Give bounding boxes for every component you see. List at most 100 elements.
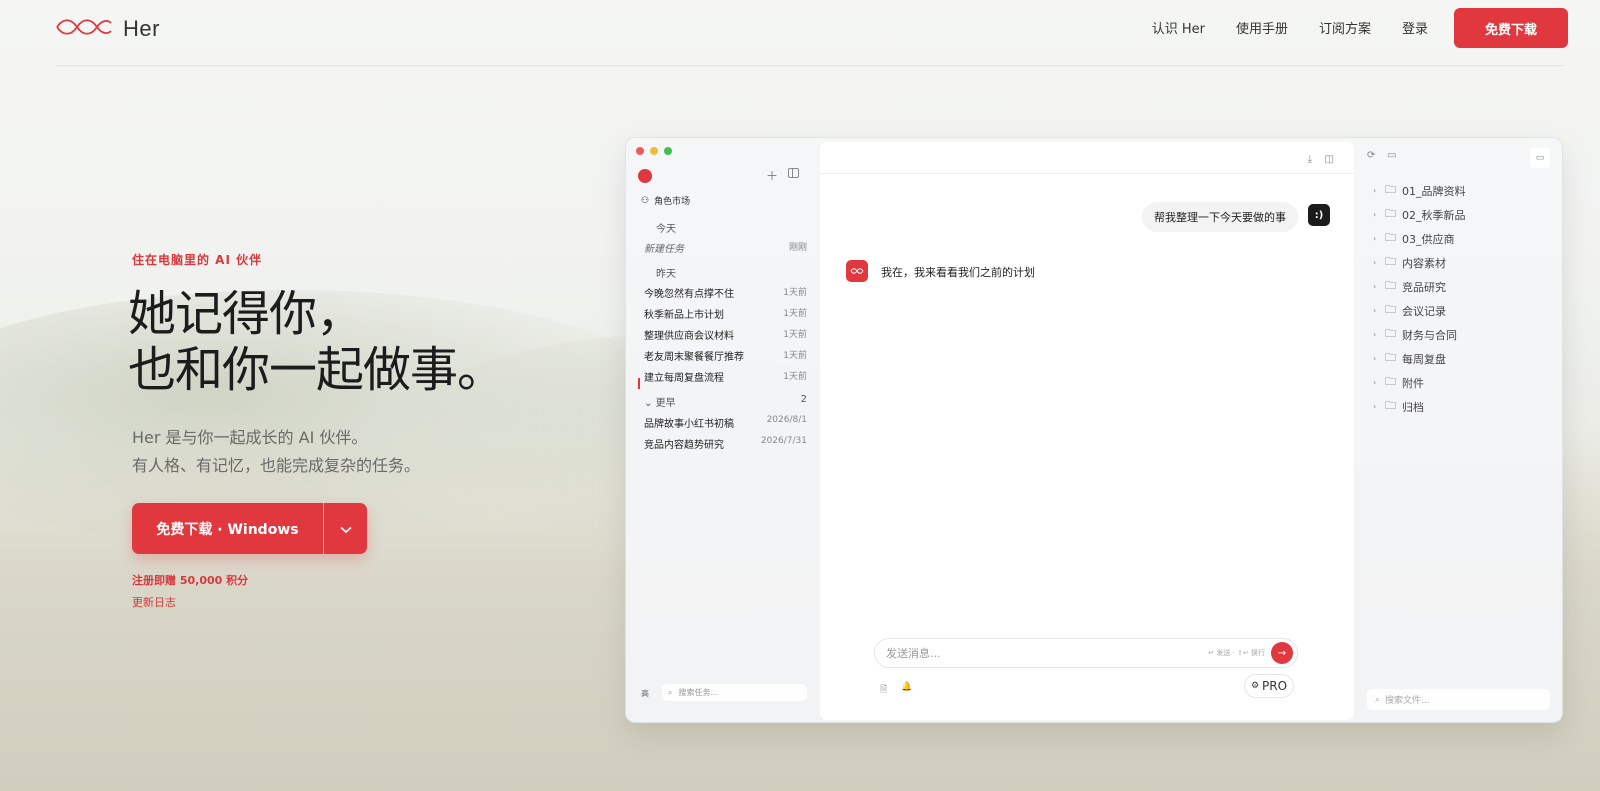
app-logo-avatar <box>638 169 652 183</box>
role-market-link[interactable]: ⚇ 角色市场 <box>641 194 690 208</box>
folder-label: 每周复盘 <box>1402 352 1446 366</box>
chevron-right-icon: › <box>1373 402 1377 411</box>
brand-name: Her <box>123 16 160 41</box>
folder-icon: 🗀 <box>1385 183 1396 196</box>
nav-link-manual[interactable]: 使用手册 <box>1236 18 1288 37</box>
bell-icon[interactable]: 🔔 <box>901 682 912 692</box>
task-item[interactable]: 整理供应商会议材料 1天前 <box>644 327 807 342</box>
folder-item[interactable]: › 🗀 每周复盘 <box>1373 349 1446 368</box>
section-earlier-toggle[interactable]: ⌄ 更早 2 <box>644 394 807 409</box>
task-search-input[interactable]: ⌕ 搜索任务... <box>662 684 807 701</box>
task-item[interactable]: 老友周末聚餐餐厅推荐 1天前 <box>644 348 807 363</box>
download-windows-button[interactable]: 免费下载 · Windows <box>132 503 323 554</box>
open-folder-icon[interactable]: ▭ <box>1387 150 1396 161</box>
folder-icon: 🗀 <box>1385 351 1396 364</box>
task-title: 竞品内容趋势研究 <box>644 440 724 451</box>
composer-placeholder: 发送消息... <box>886 647 941 660</box>
toggle-sidebar-icon[interactable] <box>788 168 799 178</box>
folder-label: 归档 <box>1402 400 1424 414</box>
folder-icon: 🗀 <box>1385 279 1396 292</box>
ai-avatar <box>846 260 868 282</box>
task-item[interactable]: 建立每周复盘流程 1天前 <box>644 369 807 384</box>
nav-link-pricing[interactable]: 订阅方案 <box>1319 18 1371 37</box>
nav-link-login[interactable]: 登录 <box>1402 18 1428 37</box>
folder-icon: 🗀 <box>1385 303 1396 316</box>
infinity-wave-icon <box>55 17 113 41</box>
task-meta: 2026/7/31 <box>760 436 807 446</box>
chevron-right-icon: › <box>1373 378 1377 387</box>
hero-eyebrow: 住在电脑里的 AI 伙伴 <box>132 253 263 267</box>
download-icon[interactable]: ⤓ <box>1308 154 1312 165</box>
task-item[interactable]: 今晚忽然有点撑不住 1天前 <box>644 285 807 300</box>
folder-icon: 🗀 <box>1385 255 1396 268</box>
earlier-text: 更早 <box>655 398 676 409</box>
new-task-plus-icon[interactable]: ＋ <box>766 167 778 184</box>
folder-item[interactable]: › 🗀 竞品研究 <box>1373 277 1446 296</box>
platform-dropdown-button[interactable] <box>324 503 367 554</box>
file-search-placeholder: 搜索文件... <box>1385 696 1430 706</box>
user-message-bubble: 帮我整理一下今天要做的事 <box>1142 202 1298 232</box>
task-meta: 1天前 <box>783 288 807 298</box>
chevron-down-icon <box>339 519 352 538</box>
nav-divider <box>55 65 1564 66</box>
file-search-input[interactable]: ⌕ 搜索文件... <box>1367 689 1550 710</box>
logo[interactable]: Her <box>55 16 160 42</box>
task-title: 品牌故事小红书初稿 <box>644 419 734 430</box>
task-item[interactable]: 秋季新品上市计划 1天前 <box>644 306 807 321</box>
chevron-right-icon: › <box>1373 186 1377 195</box>
folder-label: 财务与合同 <box>1402 328 1457 342</box>
task-meta: 1天前 <box>783 330 807 340</box>
task-title: 今晚忽然有点撑不住 <box>644 289 734 300</box>
section-today: 今天 <box>656 224 676 235</box>
attach-file-icon[interactable]: 🗎 <box>880 682 887 698</box>
nav-download-button[interactable]: 免费下载 <box>1454 8 1568 48</box>
section-yesterday: 昨天 <box>656 269 676 280</box>
folder-icon: 🗀 <box>1385 231 1396 244</box>
folder-item[interactable]: › 🗀 财务与合同 <box>1373 325 1457 344</box>
nav-link-about[interactable]: 认识 Her <box>1152 18 1205 37</box>
pro-label: PRO <box>1262 679 1288 693</box>
task-item-new[interactable]: 新建任务 刚刚 <box>644 240 807 255</box>
task-meta: 1天前 <box>783 309 807 319</box>
folder-item[interactable]: › 🗀 02_秋季新品 <box>1373 205 1466 224</box>
task-title: 秋季新品上市计划 <box>644 310 724 321</box>
task-meta: 2026/8/1 <box>766 415 807 425</box>
headline-line-1: 她记得你， <box>128 286 364 342</box>
earlier-count: 2 <box>800 394 807 405</box>
file-panel: ⟳ ▭ ▭ › 🗀 01_品牌资料 › 🗀 02_秋季新品 › 🗀 03_供应商 › 🗀 内容素… <box>1357 138 1562 722</box>
earlier-label: ⌄ 更早 <box>644 394 676 409</box>
folder-label: 02_秋季新品 <box>1402 208 1466 222</box>
task-title: 建立每周复盘流程 <box>644 373 724 384</box>
task-item[interactable]: 品牌故事小红书初稿 2026/8/1 <box>644 415 807 430</box>
top-nav: Her 认识 Her 使用手册 订阅方案 登录 免费下载 <box>0 0 1600 66</box>
folder-item[interactable]: › 🗀 内容素材 <box>1373 253 1446 272</box>
send-button[interactable]: → <box>1271 642 1293 664</box>
folder-item[interactable]: › 🗀 附件 <box>1373 373 1424 392</box>
task-search-placeholder: 搜索任务... <box>678 688 719 697</box>
task-meta: 1天前 <box>783 351 807 361</box>
folder-item[interactable]: › 🗀 01_品牌资料 <box>1373 181 1466 200</box>
folder-label: 竞品研究 <box>1402 280 1446 294</box>
task-item[interactable]: 竞品内容趋势研究 2026/7/31 <box>644 436 807 451</box>
folder-icon: 🗀 <box>1385 399 1396 412</box>
people-icon: ⚇ <box>641 195 650 206</box>
folder-item[interactable]: › 🗀 归档 <box>1373 397 1424 416</box>
chat-header-divider <box>820 173 1354 174</box>
panel-toggle-icon[interactable]: ◫ <box>1325 154 1334 165</box>
folder-item[interactable]: › 🗀 03_供应商 <box>1373 229 1455 248</box>
sidebar-bottom-label[interactable]: 高 <box>641 688 649 699</box>
folder-item[interactable]: › 🗀 会议记录 <box>1373 301 1446 320</box>
folder-label: 01_品牌资料 <box>1402 184 1466 198</box>
pro-button[interactable]: ⚙ PRO <box>1244 674 1294 698</box>
chevron-right-icon: › <box>1373 282 1377 291</box>
hero-headline: 她记得你， 也和你一起做事。 <box>128 286 505 398</box>
subtitle-line-1: Her 是与你一起成长的 AI 伙伴。 <box>132 428 368 447</box>
folder-button[interactable]: ▭ <box>1530 148 1550 168</box>
folder-icon: 🗀 <box>1385 375 1396 388</box>
ai-message: 我在，我来看看我们之前的计划 <box>881 266 1035 279</box>
message-composer[interactable]: 发送消息... ↵ 发送 · ⇧↵ 换行 → <box>874 638 1298 668</box>
folder-icon: ▭ <box>1535 153 1545 163</box>
changelog-link[interactable]: 更新日志 <box>132 594 176 610</box>
folder-icon: 🗀 <box>1385 207 1396 220</box>
refresh-icon[interactable]: ⟳ <box>1367 150 1375 161</box>
